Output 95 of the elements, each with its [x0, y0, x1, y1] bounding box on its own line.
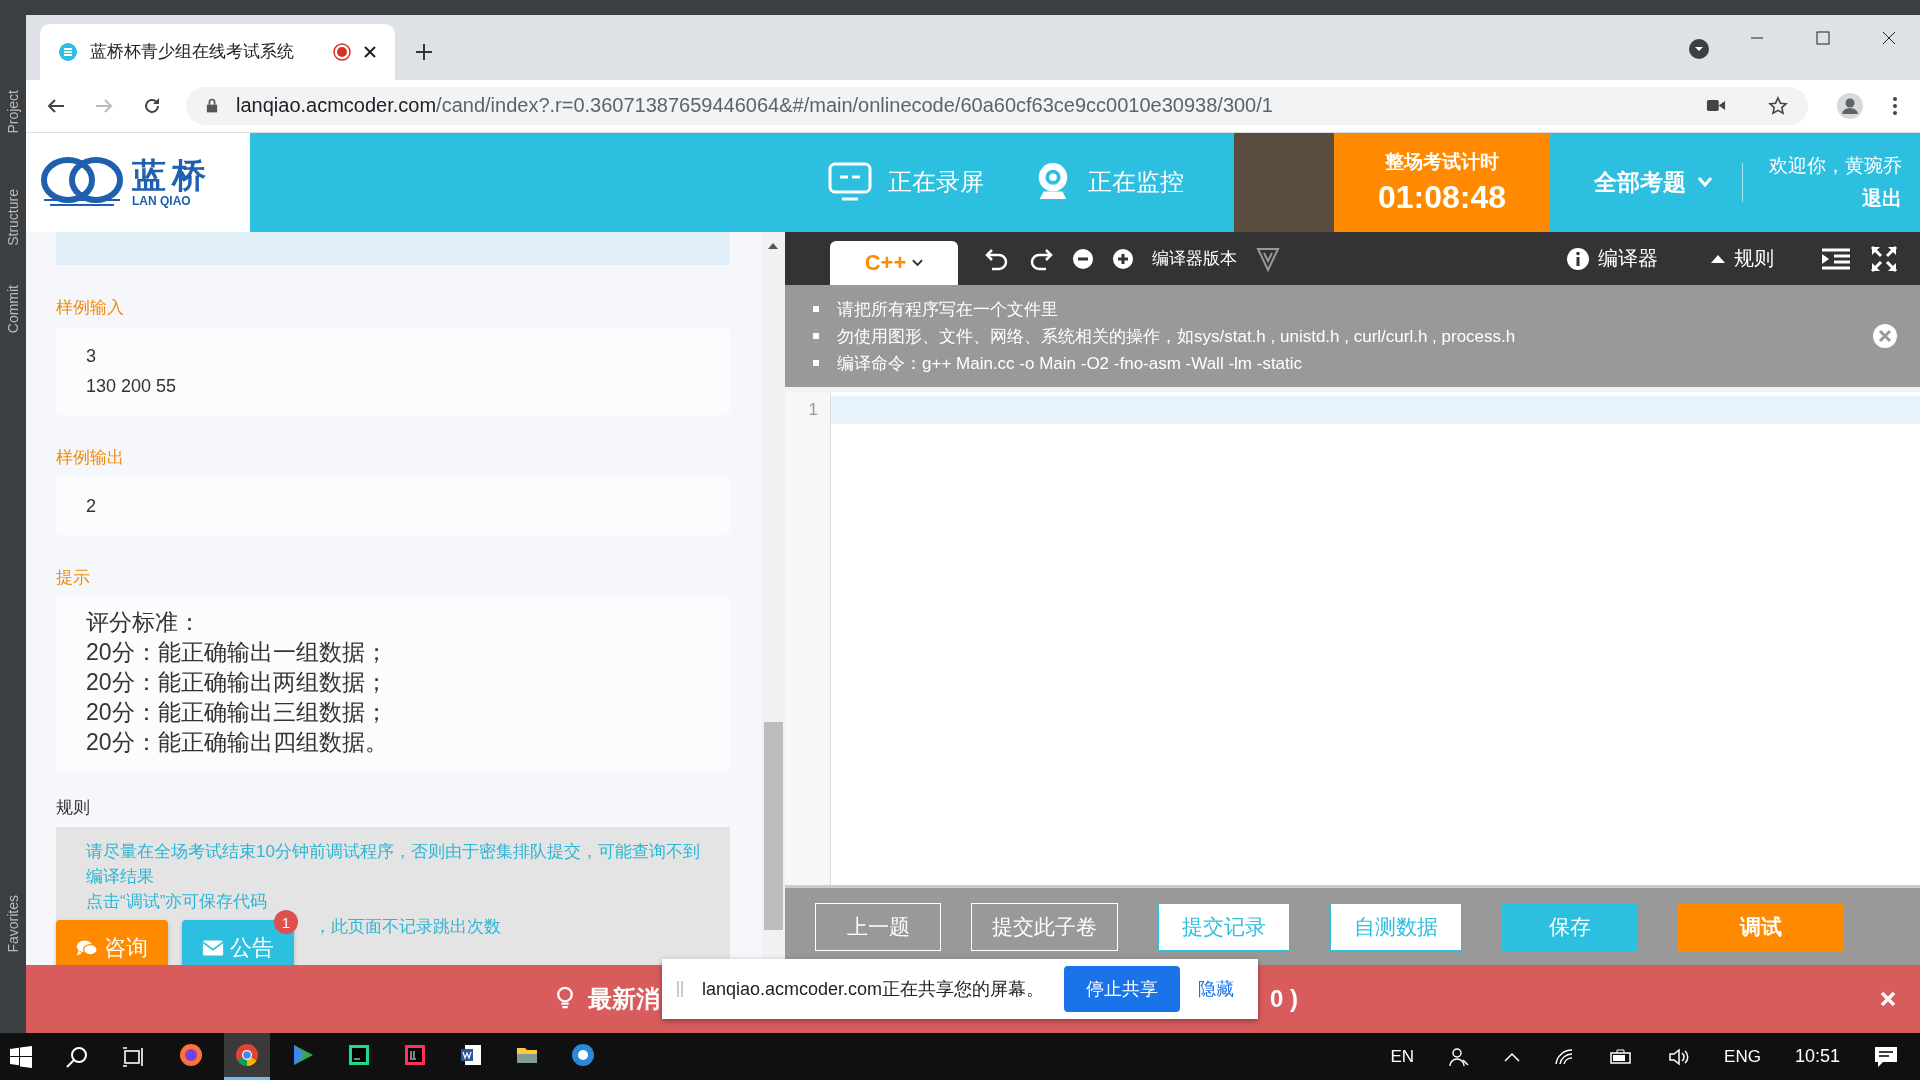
v-shield-icon[interactable]: [1255, 245, 1281, 272]
section-text: 2: [86, 495, 96, 519]
profile-icon[interactable]: [1836, 91, 1864, 120]
mail-icon: [202, 939, 224, 958]
search-icon[interactable]: [66, 1045, 88, 1068]
section-text: ，此页面不记录跳出次数: [314, 916, 501, 939]
ide-tool-tab[interactable]: Project: [5, 90, 21, 134]
scroll-up-arrow-icon[interactable]: [767, 242, 779, 251]
logo-text: 蓝桥: [132, 156, 212, 195]
lock-icon: [206, 98, 218, 114]
section-text: 评分标准：: [86, 608, 201, 638]
announcement-text: 0 ): [1270, 985, 1298, 1014]
zoom-out-icon[interactable]: [1072, 247, 1094, 270]
section-title: 样例输出: [56, 447, 125, 470]
bullet-icon: [813, 360, 819, 367]
section-title: 提示: [56, 567, 91, 590]
fullscreen-icon[interactable]: [1870, 244, 1898, 273]
ide-tool-tab[interactable]: Commit: [5, 285, 21, 334]
new-tab-icon[interactable]: [415, 42, 433, 61]
tab-search-icon[interactable]: [1688, 37, 1710, 60]
notification-icon[interactable]: [1874, 1045, 1898, 1068]
ide-tool-tab[interactable]: Structure: [5, 188, 21, 246]
people-icon[interactable]: [1448, 1045, 1471, 1068]
section-text: 点击“调试”亦可保存代码: [86, 891, 268, 914]
action-button[interactable]: 提交此子卷: [971, 902, 1118, 951]
section-text: 130 200 55: [86, 375, 177, 399]
announcement-text: 最新消: [588, 984, 660, 1015]
logo-subtext: LAN QIAO: [132, 194, 192, 209]
taskbar-app[interactable]: [224, 1033, 270, 1080]
floating-button[interactable]: 咨询: [56, 920, 168, 966]
app-icon: [235, 1043, 259, 1067]
app-icon: [571, 1043, 595, 1067]
action-button[interactable]: 调试: [1678, 902, 1844, 951]
triangle-up-icon: [1710, 253, 1726, 264]
language-tab[interactable]: C++: [830, 241, 958, 286]
app-icon: [459, 1043, 483, 1067]
section-title: 样例输入: [56, 297, 125, 320]
zoom-in-icon[interactable]: [1112, 247, 1134, 270]
bullet-icon: [813, 333, 819, 340]
app-icon: [347, 1043, 371, 1067]
section-text: 请尽量在全场考试结束10分钟前调试程序，否则由于密集排队提交，可能查询不到编译结果: [86, 841, 700, 889]
chevron-down-icon: [1696, 176, 1714, 189]
section-title: 规则: [56, 797, 91, 820]
logo[interactable]: 蓝桥 LAN QIAO: [26, 132, 250, 233]
browser-tab[interactable]: 蓝桥杯青少组在线考试系统: [40, 23, 395, 80]
undo-icon[interactable]: [984, 246, 1010, 271]
section-text: 20分：能正确输出两组数据；: [86, 668, 388, 698]
address-bar[interactable]: lanqiao.acmcoder.com/cand/index?.r=0.36071387659446064&#/main/onlinecode/60a60cf63ce9cc0010e30938/300/1: [186, 86, 1808, 125]
camera-icon[interactable]: [1706, 98, 1726, 114]
action-button[interactable]: 上一题: [815, 902, 941, 951]
menu-dots-icon[interactable]: [1892, 95, 1898, 116]
stop-sharing-button[interactable]: 停止共享: [1064, 966, 1181, 1013]
notice-item: 请把所有程序写在一个文件里: [837, 298, 1058, 321]
app-icon: [403, 1043, 427, 1067]
welcome-text: 欢迎你，黄琬乔: [1769, 153, 1902, 178]
exam-timer: 整场考试计时 01:08:48: [1334, 132, 1550, 233]
section-text: 20分：能正确输出一组数据；: [86, 638, 388, 668]
site-favicon-icon: [58, 41, 78, 62]
line-number: 1: [807, 399, 819, 422]
compiler-button[interactable]: 编译器: [1560, 244, 1664, 274]
chevron-down-icon: [912, 259, 924, 268]
input-indicator[interactable]: EN: [1390, 1046, 1415, 1067]
redo-icon[interactable]: [1028, 246, 1054, 271]
drag-handle-icon[interactable]: [676, 981, 684, 998]
language-indicator[interactable]: ENG: [1724, 1046, 1761, 1067]
tab-title: 蓝桥杯青少组在线考试系统: [90, 41, 295, 64]
share-message: lanqiao.acmcoder.com正在共享您的屏幕。: [702, 978, 1045, 1002]
monitoring-status: 正在监控: [1088, 167, 1184, 198]
task-view-icon[interactable]: [122, 1045, 146, 1068]
hide-link[interactable]: 隐藏: [1198, 977, 1235, 1002]
scroll-thumb[interactable]: [764, 722, 783, 931]
section-text: 20分：能正确输出四组数据。: [86, 728, 388, 758]
bullet-icon: [813, 306, 819, 313]
close-icon[interactable]: [1882, 30, 1896, 45]
notice-item: 勿使用图形、文件、网络、系统相关的操作，如sys/stat.h , unistd.h , curl/curl.h , process.h: [837, 325, 1516, 348]
volume-icon[interactable]: [1668, 1047, 1691, 1066]
recording-status: 正在录屏: [888, 167, 984, 198]
notice-item: 编译命令：g++ Main.cc -o Main -O2 -fno-asm -Wall -lm -static: [837, 352, 1303, 375]
indent-icon[interactable]: [1820, 246, 1852, 271]
clock[interactable]: 10:51: [1794, 1046, 1840, 1067]
close-icon[interactable]: [363, 44, 377, 59]
rules-button[interactable]: 规则: [1704, 244, 1780, 274]
maximize-icon[interactable]: [1816, 30, 1830, 45]
app-icon: [291, 1043, 315, 1067]
ide-tool-tab[interactable]: Favorites: [5, 895, 21, 953]
section-text: 3: [86, 345, 96, 369]
star-icon[interactable]: [1768, 95, 1788, 116]
chevron-up-icon[interactable]: [1504, 1051, 1521, 1062]
screen-record-icon: [828, 162, 872, 203]
compiler-version-label[interactable]: 编译器版本: [1152, 247, 1237, 271]
app-icon: [179, 1043, 203, 1067]
info-icon: [1566, 246, 1590, 271]
section-text: 20分：能正确输出三组数据；: [86, 698, 388, 728]
code-editor[interactable]: 1: [785, 392, 1920, 889]
windows-start-icon[interactable]: [10, 1045, 32, 1068]
